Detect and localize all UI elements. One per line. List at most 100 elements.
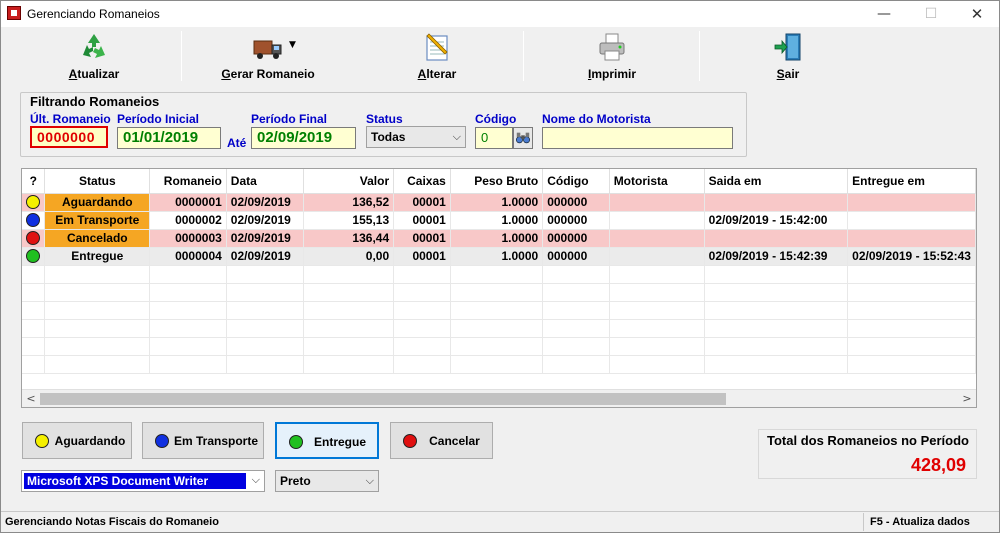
status-dot-icon	[26, 249, 41, 264]
row-caixas: 00001	[393, 229, 451, 248]
row-status: Aguardando	[44, 193, 151, 212]
table-row[interactable]: Cancelado 0000003 02/09/2019 136,44 00001 1.0…	[22, 229, 976, 248]
empty-cell	[303, 319, 395, 338]
empty-cell	[609, 265, 705, 284]
status-select[interactable]: Todas ⌵	[366, 126, 466, 148]
sair-accel: S	[776, 67, 785, 81]
gerar-romaneio-button[interactable]: ▼ Gerar Romaneio	[183, 28, 353, 84]
ult-romaneio-field[interactable]: 0000000	[30, 126, 108, 148]
imprimir-button[interactable]: Imprimir	[525, 28, 699, 84]
row-entregue-em	[847, 211, 976, 230]
codigo-search-button[interactable]	[513, 127, 533, 149]
row-entregue-em	[847, 229, 976, 248]
em-transporte-button[interactable]: Em Transporte	[142, 422, 264, 459]
col-header-valor[interactable]: Valor	[303, 169, 395, 194]
notepad-pencil-icon	[426, 33, 448, 61]
chevron-down-icon: ⌵	[452, 130, 461, 143]
printer-select[interactable]: Microsoft XPS Document Writer ⌵	[21, 470, 265, 492]
row-codigo: 000000	[542, 229, 610, 248]
romaneios-grid[interactable]: ? Status Romaneio Data Valor Caixas Peso…	[21, 168, 977, 408]
row-motorista	[609, 247, 705, 266]
status-shortcut-hint: F5 - Atualiza dados	[863, 513, 997, 531]
scrollbar-thumb[interactable]	[40, 393, 726, 405]
col-header-peso-bruto[interactable]: Peso Bruto	[450, 169, 544, 194]
empty-cell	[22, 283, 46, 302]
motorista-field[interactable]	[542, 127, 733, 149]
empty-cell	[22, 319, 46, 338]
empty-cell	[542, 265, 610, 284]
table-row[interactable]: Entregue 0000004 02/09/2019 0,00 00001 1.0000…	[22, 247, 976, 266]
col-header-caixas[interactable]: Caixas	[393, 169, 451, 194]
col-header-entregue-em[interactable]: Entregue em	[847, 169, 976, 194]
empty-cell	[303, 301, 395, 320]
empty-cell	[704, 319, 849, 338]
minimize-button[interactable]: —	[861, 1, 907, 27]
empty-cell	[609, 283, 705, 302]
chevron-down-icon: ⌵	[365, 474, 374, 487]
empty-cell	[450, 283, 544, 302]
aguardando-button[interactable]: Aguardando	[22, 422, 132, 459]
col-header-status[interactable]: Status	[44, 169, 151, 194]
empty-cell	[226, 283, 304, 302]
codigo-field[interactable]: 0	[475, 127, 513, 149]
exit-door-icon	[774, 33, 801, 61]
empty-cell	[609, 337, 705, 356]
row-caixas: 00001	[393, 193, 451, 212]
gerar-dropdown-icon[interactable]: ▼	[289, 40, 296, 50]
row-romaneio: 0000001	[149, 193, 227, 212]
empty-cell	[44, 301, 151, 320]
empty-cell	[393, 283, 451, 302]
chevron-down-icon: ⌵	[251, 473, 260, 486]
scroll-right-icon[interactable]: >	[959, 391, 975, 407]
periodo-inicial-field[interactable]: 01/01/2019	[117, 127, 221, 149]
empty-cell	[847, 319, 976, 338]
sair-button[interactable]: Sair	[701, 28, 875, 84]
maximize-button[interactable]: ☐	[908, 1, 954, 27]
empty-cell	[542, 319, 610, 338]
empty-cell	[149, 319, 227, 338]
col-header-romaneio[interactable]: Romaneio	[149, 169, 227, 194]
empty-cell	[303, 283, 395, 302]
table-row-empty	[22, 283, 976, 302]
row-codigo: 000000	[542, 193, 610, 212]
row-saida-em	[704, 229, 849, 248]
table-row[interactable]: Aguardando 0000001 02/09/2019 136,52 00001 1.…	[22, 193, 976, 212]
empty-cell	[450, 319, 544, 338]
cancelar-button-label: Cancelar	[429, 434, 480, 448]
empty-cell	[609, 319, 705, 338]
col-header-motorista[interactable]: Motorista	[609, 169, 705, 194]
table-row[interactable]: Em Transporte 0000002 02/09/2019 155,13 0000…	[22, 211, 976, 230]
col-header-codigo[interactable]: Código	[542, 169, 610, 194]
atualizar-button[interactable]: Atualizar	[7, 28, 181, 84]
col-header-data[interactable]: Data	[226, 169, 304, 194]
status-dot-icon	[26, 195, 41, 210]
alterar-label: lterar	[426, 67, 457, 81]
gerar-accel: G	[221, 67, 231, 81]
row-status: Cancelado	[44, 229, 151, 248]
empty-cell	[303, 265, 395, 284]
table-row-empty	[22, 319, 976, 338]
horizontal-scrollbar[interactable]: < >	[22, 389, 976, 407]
empty-cell	[22, 265, 46, 284]
empty-cell	[542, 283, 610, 302]
row-status-dot	[22, 193, 46, 212]
color-mode-select[interactable]: Preto ⌵	[275, 470, 379, 492]
empty-cell	[22, 337, 46, 356]
empty-cell	[149, 337, 227, 356]
row-peso-bruto: 1.0000	[450, 193, 544, 212]
entregue-button[interactable]: Entregue	[275, 422, 379, 459]
empty-cell	[847, 337, 976, 356]
row-valor: 136,44	[303, 229, 395, 248]
row-romaneio: 0000004	[149, 247, 227, 266]
status-select-value: Todas	[371, 130, 406, 144]
table-row-empty	[22, 265, 976, 284]
col-header-saida-em[interactable]: Saida em	[704, 169, 849, 194]
alterar-accel: A	[417, 67, 427, 81]
empty-cell	[44, 265, 151, 284]
periodo-final-field[interactable]: 02/09/2019	[251, 127, 356, 149]
scroll-left-icon[interactable]: <	[23, 391, 39, 407]
col-header-flag[interactable]: ?	[22, 169, 46, 194]
close-button[interactable]: ✕	[954, 1, 1000, 27]
cancelar-button[interactable]: Cancelar	[390, 422, 493, 459]
alterar-button[interactable]: Alterar	[353, 28, 521, 84]
